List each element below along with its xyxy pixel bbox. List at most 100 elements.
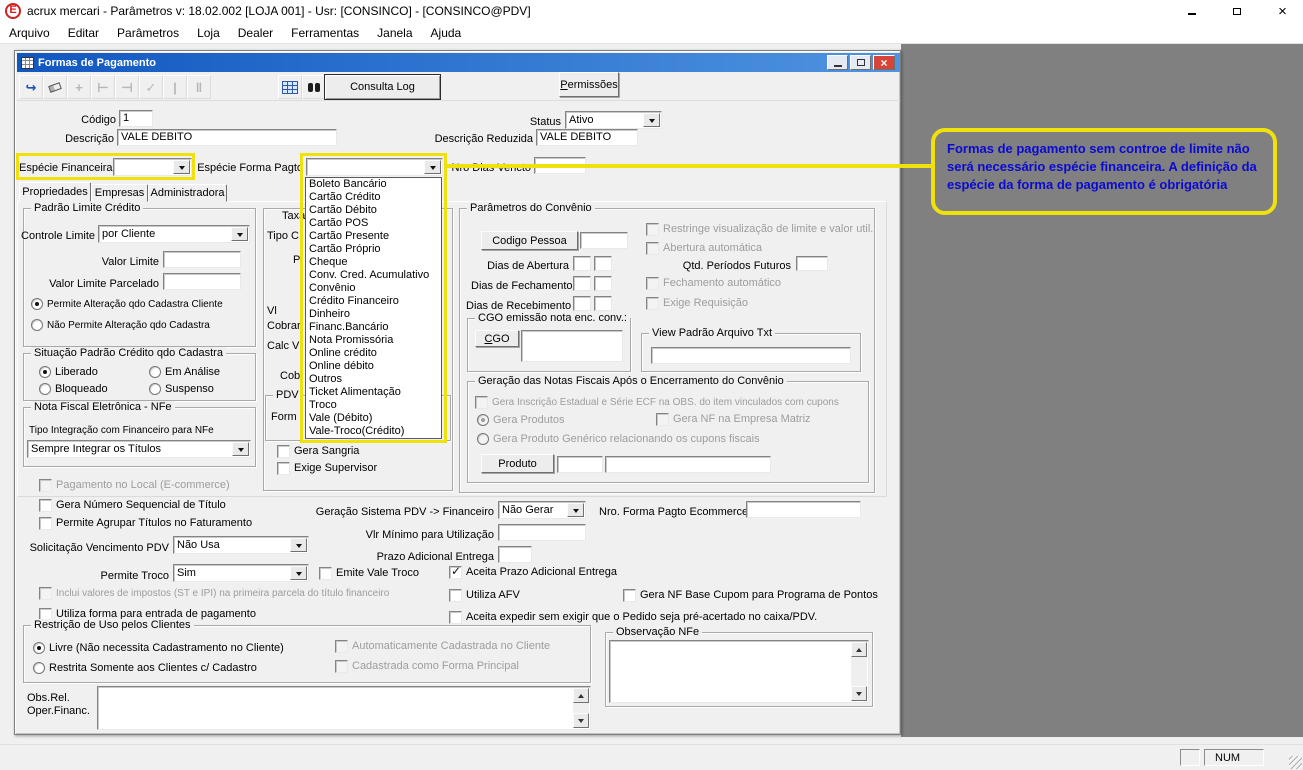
bloqueado-radio[interactable]: Bloqueado bbox=[39, 382, 108, 396]
menu-item[interactable]: Arquivo bbox=[0, 22, 59, 44]
exige-requisicao-checkbox[interactable]: Exige Requisição bbox=[646, 296, 748, 310]
append-button[interactable]: + bbox=[67, 75, 91, 99]
permite-troco-combo[interactable]: Sim bbox=[173, 564, 309, 582]
cgo-input[interactable] bbox=[521, 330, 623, 362]
nao-permite-alteracao-radio[interactable]: Não Permite Alteração qdo Cadastra bbox=[31, 318, 210, 332]
geracao-sistema-pdv-combo[interactable]: Não Gerar bbox=[498, 501, 586, 519]
descricao-input[interactable]: VALE DEBITO bbox=[117, 129, 337, 146]
liberado-radio[interactable]: Liberado bbox=[39, 365, 98, 379]
codigo-pessoa-button[interactable]: Codigo Pessoa bbox=[481, 231, 578, 250]
exige-supervisor-checkbox[interactable]: Exige Supervisor bbox=[277, 461, 377, 475]
scroll-up-button[interactable] bbox=[851, 642, 867, 657]
window-minimize-button[interactable] bbox=[827, 55, 848, 70]
dias-abertura-input-1[interactable] bbox=[573, 256, 591, 271]
valor-limite-input[interactable] bbox=[163, 251, 241, 268]
branch-down-button[interactable]: ⊣ bbox=[115, 75, 139, 99]
menu-item[interactable]: Parâmetros bbox=[108, 22, 188, 44]
dias-abertura-input-2[interactable] bbox=[594, 256, 612, 271]
vlr-minimo-input[interactable] bbox=[498, 524, 586, 541]
tab-administradora[interactable]: Administradora bbox=[148, 184, 227, 202]
produto-input-1[interactable] bbox=[557, 456, 603, 473]
dias-recebimento-input-2[interactable] bbox=[594, 296, 612, 311]
dias-fechamento-input-2[interactable] bbox=[594, 276, 612, 291]
app-maximize-button[interactable] bbox=[1217, 0, 1257, 22]
bar-button[interactable]: | bbox=[163, 75, 187, 99]
scroll-up-button[interactable] bbox=[573, 688, 589, 703]
valor-limite-parcelado-input[interactable] bbox=[163, 273, 241, 290]
permite-alteracao-radio[interactable]: Permite Alteração qdo Cadastra Cliente bbox=[31, 297, 223, 311]
menu-item[interactable]: Ferramentas bbox=[282, 22, 368, 44]
controle-limite-combo[interactable]: por Cliente bbox=[98, 225, 250, 243]
produto-input-2[interactable] bbox=[605, 456, 771, 473]
scrollbar[interactable] bbox=[573, 688, 589, 728]
menu-item[interactable]: Loja bbox=[188, 22, 229, 44]
app-close-button[interactable]: × bbox=[1262, 0, 1303, 22]
restringe-checkbox[interactable]: Restringe visualização de limite e valor… bbox=[646, 222, 873, 236]
chevron-down-icon[interactable] bbox=[290, 566, 307, 580]
gera-produtos-radio[interactable]: Gera Produtos bbox=[477, 413, 565, 427]
dias-recebimento-input-1[interactable] bbox=[573, 296, 591, 311]
descricao-reduzida-input[interactable]: VALE DEBITO bbox=[536, 129, 638, 146]
inclui-impostos-checkbox[interactable]: Inclui valores de impostos (ST e IPI) na… bbox=[39, 586, 389, 600]
auto-cadastrada-checkbox[interactable]: Automaticamente Cadastrada no Cliente bbox=[335, 639, 550, 653]
view-padrao-input[interactable] bbox=[651, 347, 851, 364]
emite-vale-troco-checkbox[interactable]: Emite Vale Troco bbox=[319, 566, 419, 580]
chevron-down-icon[interactable] bbox=[290, 538, 307, 552]
double-bar-button[interactable]: ‖ bbox=[187, 75, 211, 99]
qtd-periodos-input[interactable] bbox=[796, 256, 828, 271]
permite-agrupar-checkbox[interactable]: Permite Agrupar Títulos no Faturamento bbox=[39, 516, 252, 530]
chevron-down-icon[interactable] bbox=[231, 227, 248, 241]
consulta-log-button[interactable]: Consulta Log bbox=[324, 74, 441, 100]
em-analise-radio[interactable]: Em Análise bbox=[149, 365, 220, 379]
menu-item[interactable]: Dealer bbox=[229, 22, 282, 44]
cgo-button[interactable]: CGO bbox=[475, 330, 519, 347]
scrollbar[interactable] bbox=[851, 642, 867, 701]
gera-numero-sequencial-checkbox[interactable]: Gera Número Sequencial de Título bbox=[39, 498, 226, 512]
menu-item[interactable]: Ajuda bbox=[422, 22, 471, 44]
grid-view-button[interactable] bbox=[278, 75, 302, 99]
scroll-down-button[interactable] bbox=[851, 686, 867, 701]
aceita-expedir-checkbox[interactable]: Aceita expedir sem exigir que o Pedido s… bbox=[449, 610, 817, 624]
window-close-button[interactable]: × bbox=[873, 55, 895, 70]
window-restore-button[interactable] bbox=[850, 55, 871, 70]
pagamento-local-checkbox[interactable]: Pagamento no Local (E-commerce) bbox=[39, 478, 230, 492]
permissoes-button[interactable]: Permissões bbox=[559, 72, 619, 97]
livre-radio[interactable]: Livre (Não necessita Cadastramento no Cl… bbox=[33, 641, 284, 655]
tab-empresas[interactable]: Empresas bbox=[91, 184, 148, 202]
suspenso-radio[interactable]: Suspenso bbox=[149, 382, 214, 396]
fechamento-automatico-checkbox[interactable]: Fechamento automático bbox=[646, 276, 781, 290]
confirm-button[interactable]: ✓ bbox=[139, 75, 163, 99]
nro-forma-ecommerce-input[interactable] bbox=[746, 501, 861, 518]
resize-grip-icon[interactable] bbox=[1289, 756, 1302, 769]
codigo-pessoa-input[interactable] bbox=[580, 232, 628, 249]
close-form-button[interactable]: ↪ bbox=[19, 75, 43, 99]
obs-rel-textarea[interactable] bbox=[97, 686, 591, 730]
search-button[interactable] bbox=[302, 75, 326, 99]
window-titlebar[interactable]: Formas de Pagamento bbox=[17, 53, 900, 72]
menu-item[interactable]: Janela bbox=[368, 22, 421, 44]
dias-fechamento-input-1[interactable] bbox=[573, 276, 591, 291]
branch-up-button[interactable]: ⊢ bbox=[91, 75, 115, 99]
restrita-radio[interactable]: Restrita Somente aos Clientes c/ Cadastr… bbox=[33, 661, 257, 675]
gera-sangria-checkbox[interactable]: Gera Sangria bbox=[277, 444, 359, 458]
abertura-automatica-checkbox[interactable]: Abertura automática bbox=[646, 241, 762, 255]
tipo-integracao-combo[interactable]: Sempre Integrar os Títulos bbox=[27, 440, 251, 458]
gera-nf-matriz-checkbox[interactable]: Gera NF na Empresa Matriz bbox=[656, 412, 811, 426]
gera-inscricao-checkbox[interactable]: Gera Inscrição Estadual e Série ECF na O… bbox=[475, 395, 839, 409]
observacao-nfe-textarea[interactable] bbox=[609, 640, 869, 703]
utiliza-afv-checkbox[interactable]: Utiliza AFV bbox=[449, 588, 520, 602]
produto-button[interactable]: Produto bbox=[481, 454, 554, 473]
solicitacao-vencimento-combo[interactable]: Não Usa bbox=[173, 536, 309, 554]
aceita-prazo-checkbox[interactable]: Aceita Prazo Adicional Entrega bbox=[449, 565, 617, 579]
erase-button[interactable] bbox=[43, 75, 67, 99]
status-combo[interactable]: Ativo bbox=[565, 111, 662, 129]
tab-propriedades[interactable]: Propriedades bbox=[19, 182, 91, 202]
menu-item[interactable]: Editar bbox=[59, 22, 108, 44]
chevron-down-icon[interactable] bbox=[567, 503, 584, 517]
app-minimize-button[interactable] bbox=[1172, 0, 1212, 22]
codigo-input[interactable]: 1 bbox=[119, 110, 153, 127]
gera-nf-base-cupom-checkbox[interactable]: Gera NF Base Cupom para Programa de Pont… bbox=[623, 588, 878, 602]
scroll-down-button[interactable] bbox=[573, 713, 589, 728]
forma-principal-checkbox[interactable]: Cadastrada como Forma Principal bbox=[335, 659, 519, 673]
chevron-down-icon[interactable] bbox=[643, 113, 660, 127]
